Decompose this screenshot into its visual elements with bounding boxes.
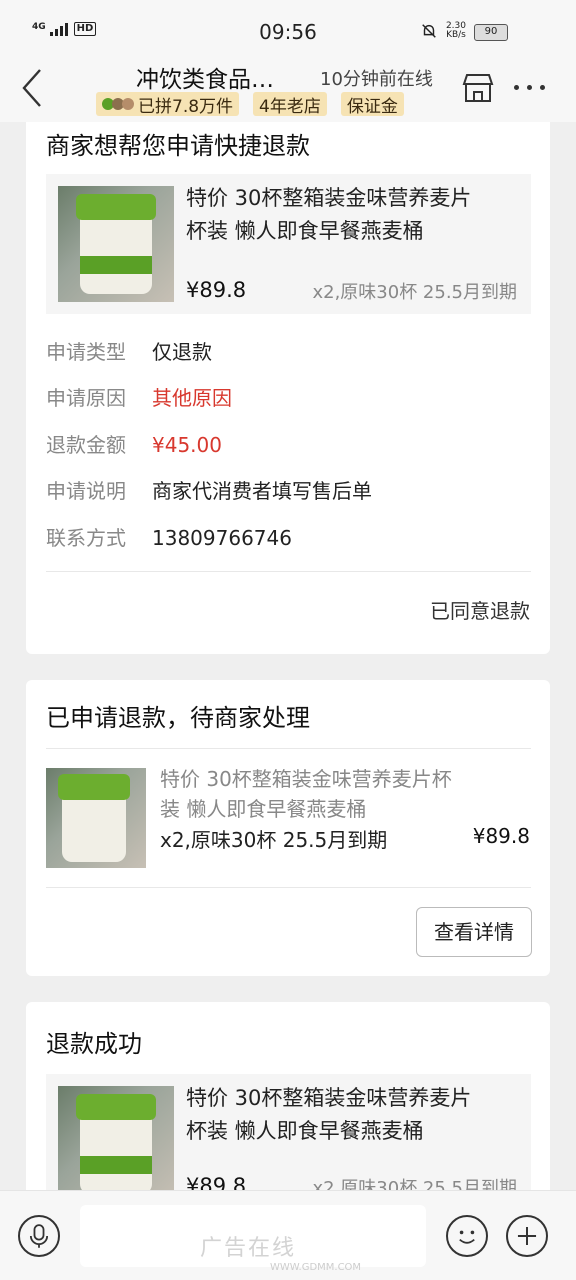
status-bar: 4G HD 09:56 2.30 KB/s 90 (0, 0, 576, 56)
cup-band (80, 256, 152, 274)
refund-type-row: 申请类型 仅退款 (46, 336, 212, 365)
network-speed: 2.30 KB/s (446, 22, 466, 40)
sold-count-label: 已拼7.8万件 (138, 96, 234, 117)
shop-age-badge: 4年老店 (253, 92, 327, 117)
product-price: ¥89.8 (472, 824, 530, 848)
product-thumbnail (58, 1086, 174, 1202)
more-options-icon[interactable] (514, 80, 554, 94)
row-label: 申请原因 (46, 386, 126, 410)
product-price: ¥89.8 (186, 278, 247, 302)
product-thumbnail (46, 768, 146, 868)
sold-count-badge: 已拼7.8万件 (96, 92, 240, 117)
store-icon[interactable] (460, 70, 496, 106)
row-value: 仅退款 (152, 340, 212, 364)
bell-mute-icon (422, 24, 436, 38)
product-name: 特价 30杯整箱装金味营养麦片 杯装 懒人即食早餐燕麦桶 (186, 1082, 526, 1148)
product-thumbnail (58, 186, 174, 302)
product-info[interactable]: 特价 30杯整箱装金味营养麦片 杯装 懒人即食早餐燕麦桶 ¥89.8 x2,原味… (46, 174, 531, 314)
product-name-line1: 特价 30杯整箱装金味营养麦片杯 (160, 767, 452, 791)
quick-refund-card: 商家想帮您申请快捷退款 特价 30杯整箱装金味营养麦片 杯装 懒人即食早餐燕麦桶… (26, 122, 550, 654)
row-value: 其他原因 (152, 386, 232, 410)
plus-icon[interactable] (506, 1215, 548, 1257)
pending-refund-card: 已申请退款，待商家处理 特价 30杯整箱装金味营养麦片杯 装 懒人即食早餐燕麦桶… (26, 680, 550, 976)
shop-badges: 已拼7.8万件 4年老店 保证金 (96, 92, 404, 117)
product-name-line2: 装 懒人即食早餐燕麦桶 (160, 797, 367, 821)
refund-reason-row: 申请原因 其他原因 (46, 382, 232, 411)
row-value: ¥45.00 (152, 433, 222, 457)
watermark: 广告在线 (200, 1236, 297, 1261)
watermark-url: WWW.GDMM.COM (270, 1262, 362, 1273)
product-name-line1: 特价 30杯整箱装金味营养麦片 (186, 1086, 472, 1110)
cup-band (80, 1156, 152, 1174)
product-name-line2: 杯装 懒人即食早餐燕麦桶 (186, 219, 424, 243)
divider (46, 571, 531, 572)
row-value: 13809766746 (152, 526, 292, 550)
divider (46, 887, 531, 888)
back-arrow-icon[interactable] (18, 66, 48, 110)
speed-unit: KB/s (446, 30, 466, 40)
product-name-line1: 特价 30杯整箱装金味营养麦片 (186, 186, 472, 210)
card-title: 已申请退款，待商家处理 (46, 704, 310, 732)
row-label: 退款金额 (46, 433, 126, 457)
card-title: 退款成功 (46, 1030, 142, 1058)
row-label: 申请说明 (46, 479, 126, 503)
avatar (122, 98, 134, 110)
product-name-line2: 杯装 懒人即食早餐燕麦桶 (186, 1119, 424, 1143)
row-label: 申请类型 (46, 340, 126, 364)
cup-lid (76, 194, 156, 220)
product-name: 特价 30杯整箱装金味营养麦片 杯装 懒人即食早餐燕麦桶 (186, 182, 526, 248)
product-spec: x2,原味30杯 25.5月到期 (160, 828, 388, 852)
shop-name[interactable]: 冲饮类食品… (136, 60, 274, 94)
microphone-icon[interactable] (18, 1215, 60, 1257)
product-name: 特价 30杯整箱装金味营养麦片杯 装 懒人即食早餐燕麦桶 (160, 764, 540, 824)
online-status: 10分钟前在线 (320, 69, 433, 90)
emoji-icon[interactable] (446, 1215, 488, 1257)
battery-level: 90 (484, 26, 498, 37)
row-label: 联系方式 (46, 526, 126, 550)
battery-icon: 90 (474, 24, 508, 41)
deposit-badge: 保证金 (340, 92, 404, 117)
product-info[interactable]: 特价 30杯整箱装金味营养麦片杯 装 懒人即食早餐燕麦桶 x2,原味30杯 25… (26, 748, 550, 888)
row-value: 商家代消费者填写售后单 (152, 479, 372, 503)
chat-header: 冲饮类食品… 10分钟前在线 已拼7.8万件 4年老店 保证金 (0, 56, 576, 122)
refund-amount-row: 退款金额 ¥45.00 (46, 429, 222, 458)
contact-row: 联系方式 13809766746 (46, 522, 292, 551)
agree-refund-status[interactable]: 已同意退款 (430, 595, 530, 624)
cup-lid (58, 774, 130, 800)
product-spec: x2,原味30杯 25.5月到期 (312, 282, 517, 303)
cup-lid (76, 1094, 156, 1120)
card-title: 商家想帮您申请快捷退款 (46, 132, 310, 160)
view-details-button[interactable]: 查看详情 (416, 907, 532, 957)
refund-note-row: 申请说明 商家代消费者填写售后单 (46, 475, 372, 504)
refund-success-card: 退款成功 特价 30杯整箱装金味营养麦片 杯装 懒人即食早餐燕麦桶 ¥89.8 … (26, 1002, 550, 1214)
